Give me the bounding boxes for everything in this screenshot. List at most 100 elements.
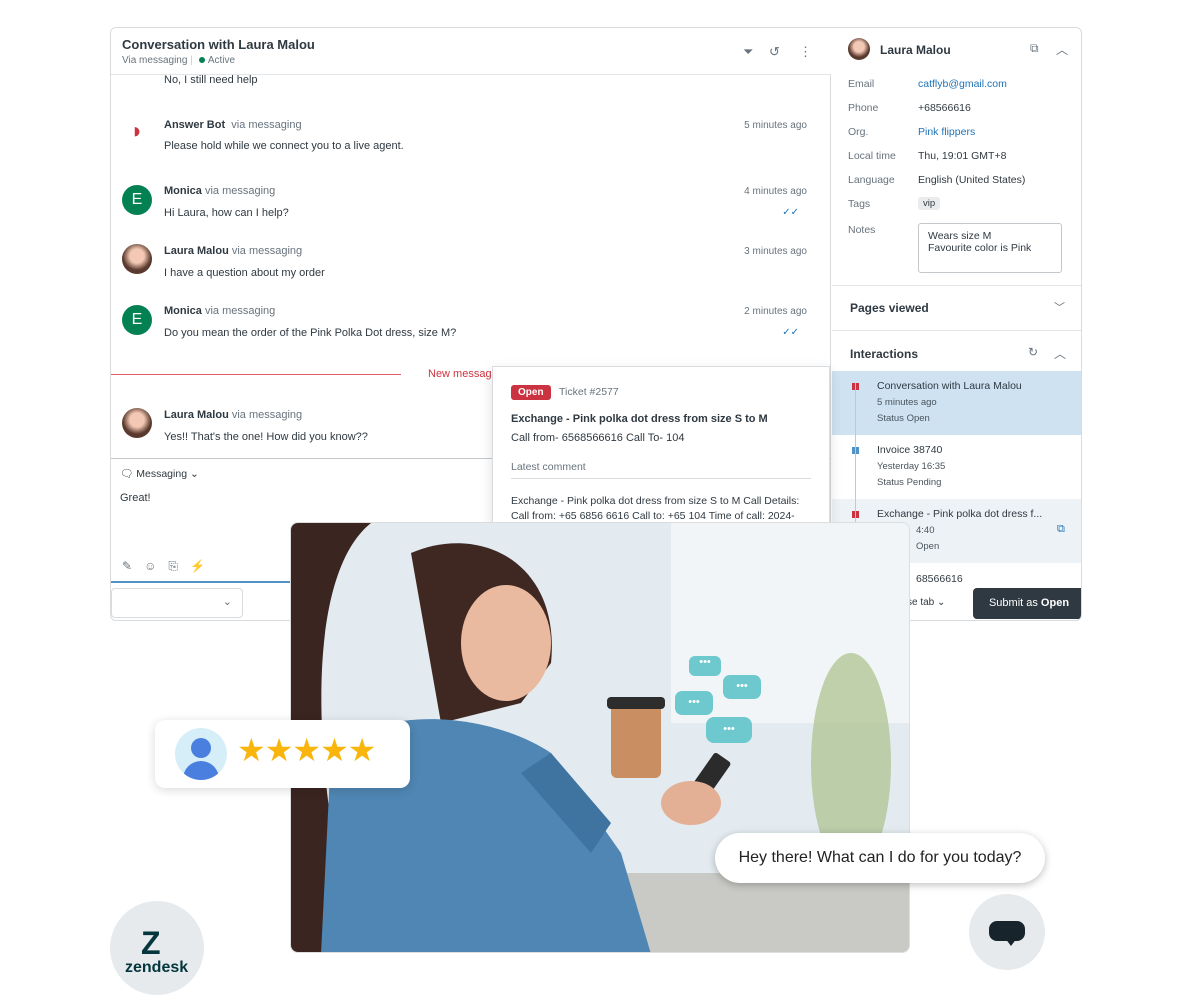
message-text: Do you mean the order of the Pink Polka … bbox=[164, 327, 457, 339]
sender-name: Laura Malou bbox=[164, 245, 229, 257]
conversation-header: Conversation with Laura Malou Via messag… bbox=[111, 28, 831, 75]
tag-vip[interactable]: vip bbox=[918, 197, 941, 210]
agent-avatar: E bbox=[122, 305, 152, 335]
star-icon: ★ bbox=[237, 732, 266, 768]
rating-card: ★★★★★ bbox=[155, 720, 410, 788]
channel-label: Via messaging bbox=[122, 55, 188, 66]
interaction-title: Invoice 38740 bbox=[877, 444, 943, 456]
message-time: 5 minutes ago bbox=[744, 120, 807, 131]
sender: Laura Malou via messaging bbox=[164, 245, 302, 257]
latest-comment-text: Exchange - Pink polka dot dress from siz… bbox=[511, 495, 800, 522]
history-icon[interactable]: ↺ bbox=[769, 44, 780, 60]
sender-channel: via messaging bbox=[204, 305, 276, 317]
star-icon: ★ bbox=[320, 732, 349, 768]
zendesk-z-icon: Z bbox=[141, 925, 161, 961]
sender-channel: via messaging bbox=[231, 409, 303, 421]
interaction-phone: 68566616 bbox=[916, 573, 963, 585]
message-time: 3 minutes ago bbox=[744, 246, 807, 257]
macro-dropdown[interactable]: ⌄ bbox=[111, 588, 243, 618]
more-options-icon[interactable]: ⋮ bbox=[799, 44, 812, 60]
sender-name: Laura Malou bbox=[164, 409, 229, 421]
field-label: Tags bbox=[848, 198, 871, 210]
phone-value: +68566616 bbox=[918, 102, 971, 114]
zendesk-logo: Z zendesk bbox=[110, 901, 204, 995]
customer-name: Laura Malou bbox=[880, 43, 951, 57]
status-dot bbox=[198, 57, 205, 63]
open-external-icon[interactable]: ⧉ bbox=[1030, 41, 1039, 56]
typing-bubble-icon: ••• bbox=[675, 691, 713, 715]
message-text: Yes!! That's the one! How did you know?? bbox=[164, 431, 368, 443]
star-rating: ★★★★★ bbox=[237, 731, 377, 769]
status-badge: Open bbox=[511, 385, 551, 400]
submit-button[interactable]: Submit as Open bbox=[973, 588, 1081, 619]
status-label: Active bbox=[207, 55, 236, 66]
star-icon: ★ bbox=[347, 732, 377, 768]
agent-avatar: E bbox=[122, 185, 152, 215]
sender: Monica via messaging bbox=[164, 305, 275, 317]
message-time: 2 minutes ago bbox=[744, 306, 807, 317]
customer-avatar bbox=[122, 244, 152, 274]
pages-viewed-section[interactable]: Pages viewed ﹀ bbox=[832, 285, 1081, 330]
local-time-value: Thu, 19:01 GMT+8 bbox=[918, 150, 1007, 162]
interaction-title: Conversation with Laura Malou bbox=[877, 380, 1022, 392]
sender-name: Monica bbox=[164, 185, 202, 197]
interaction-title: Exchange - Pink polka dot dress f... bbox=[877, 508, 1043, 520]
interaction-status: Status Pending bbox=[877, 477, 942, 488]
attachment-icon[interactable]: ⎘ bbox=[168, 559, 190, 573]
read-receipt-icon: ✓✓ bbox=[782, 207, 799, 218]
email-link[interactable]: catflyb@gmail.com bbox=[918, 78, 1007, 90]
submit-label: Submit as bbox=[988, 597, 1041, 609]
org-link[interactable]: Pink flippers bbox=[918, 126, 975, 138]
field-label: Org. bbox=[848, 126, 869, 138]
field-label: Local time bbox=[848, 150, 896, 162]
chat-icon-tail bbox=[1005, 938, 1017, 946]
message-text: No, I still need help bbox=[164, 74, 258, 86]
channel-selector[interactable]: 🗨 Messaging ⌄ bbox=[120, 467, 199, 480]
macro-icon[interactable]: ⚡ bbox=[190, 559, 217, 573]
conversation-title: Conversation with Laura Malou bbox=[122, 37, 315, 52]
collapse-icon[interactable]: ︿ bbox=[1056, 41, 1068, 58]
interaction-item[interactable]: Conversation with Laura Malou 5 minutes … bbox=[832, 371, 1081, 435]
ticket-number: Ticket #2577 bbox=[559, 386, 619, 398]
interaction-status: Status Open bbox=[877, 413, 930, 424]
sender-channel: via messaging bbox=[231, 119, 302, 131]
sender-channel: via messaging bbox=[204, 185, 276, 197]
sender: Monica via messaging bbox=[164, 185, 275, 197]
sender-name: Monica bbox=[164, 305, 202, 317]
user-avatar-icon bbox=[175, 728, 227, 780]
chevron-down-icon: ﹀ bbox=[1054, 302, 1065, 314]
answer-bot-avatar-icon: ◗ bbox=[130, 118, 144, 143]
field-label: Email bbox=[848, 78, 875, 90]
emoji-icon[interactable]: ☺ bbox=[144, 559, 168, 573]
notes-textarea[interactable]: Wears size M Favourite color is Pink bbox=[918, 223, 1062, 273]
open-external-icon[interactable]: ⧉ bbox=[1057, 523, 1065, 536]
language-value: English (United States) bbox=[918, 174, 1026, 186]
filter-icon[interactable]: ⏷ bbox=[743, 44, 753, 60]
sender-channel: via messaging bbox=[231, 245, 303, 257]
field-label: Language bbox=[848, 174, 895, 186]
section-title: Pages viewed bbox=[850, 301, 929, 315]
compose-icon[interactable]: ✎ bbox=[122, 559, 144, 573]
message-text: I have a question about my order bbox=[164, 267, 325, 279]
sender-name: Answer Bot bbox=[164, 119, 226, 131]
message-text: Please hold while we connect you to a li… bbox=[164, 140, 404, 152]
brand-name: zendesk bbox=[125, 959, 189, 976]
typing-bubble-icon: ••• bbox=[689, 656, 721, 676]
interaction-time: 4:40 bbox=[916, 525, 935, 536]
conversation-meta: Via messaging | Active bbox=[122, 55, 236, 66]
typing-bubble-icon: ••• bbox=[706, 717, 752, 743]
chat-launcher-button[interactable] bbox=[969, 894, 1045, 970]
latest-comment-label: Latest comment bbox=[511, 461, 811, 479]
message-input[interactable]: Great! bbox=[120, 492, 151, 504]
new-messages-divider bbox=[111, 374, 401, 375]
field-label: Phone bbox=[848, 102, 879, 114]
star-icon: ★ bbox=[292, 732, 321, 768]
ticket-call-info: Call from- 6568566616 Call To- 104 bbox=[511, 432, 685, 444]
read-receipt-icon: ✓✓ bbox=[782, 327, 799, 338]
message-time: 4 minutes ago bbox=[744, 186, 807, 197]
interaction-item[interactable]: Invoice 38740 Yesterday 16:35 Status Pen… bbox=[832, 435, 1081, 499]
typing-bubble-icon: ••• bbox=[723, 675, 761, 699]
submit-status: Open bbox=[1040, 597, 1070, 609]
refresh-icon[interactable]: ↻ bbox=[1028, 345, 1038, 359]
collapse-icon[interactable]: ︿ bbox=[1054, 345, 1066, 362]
